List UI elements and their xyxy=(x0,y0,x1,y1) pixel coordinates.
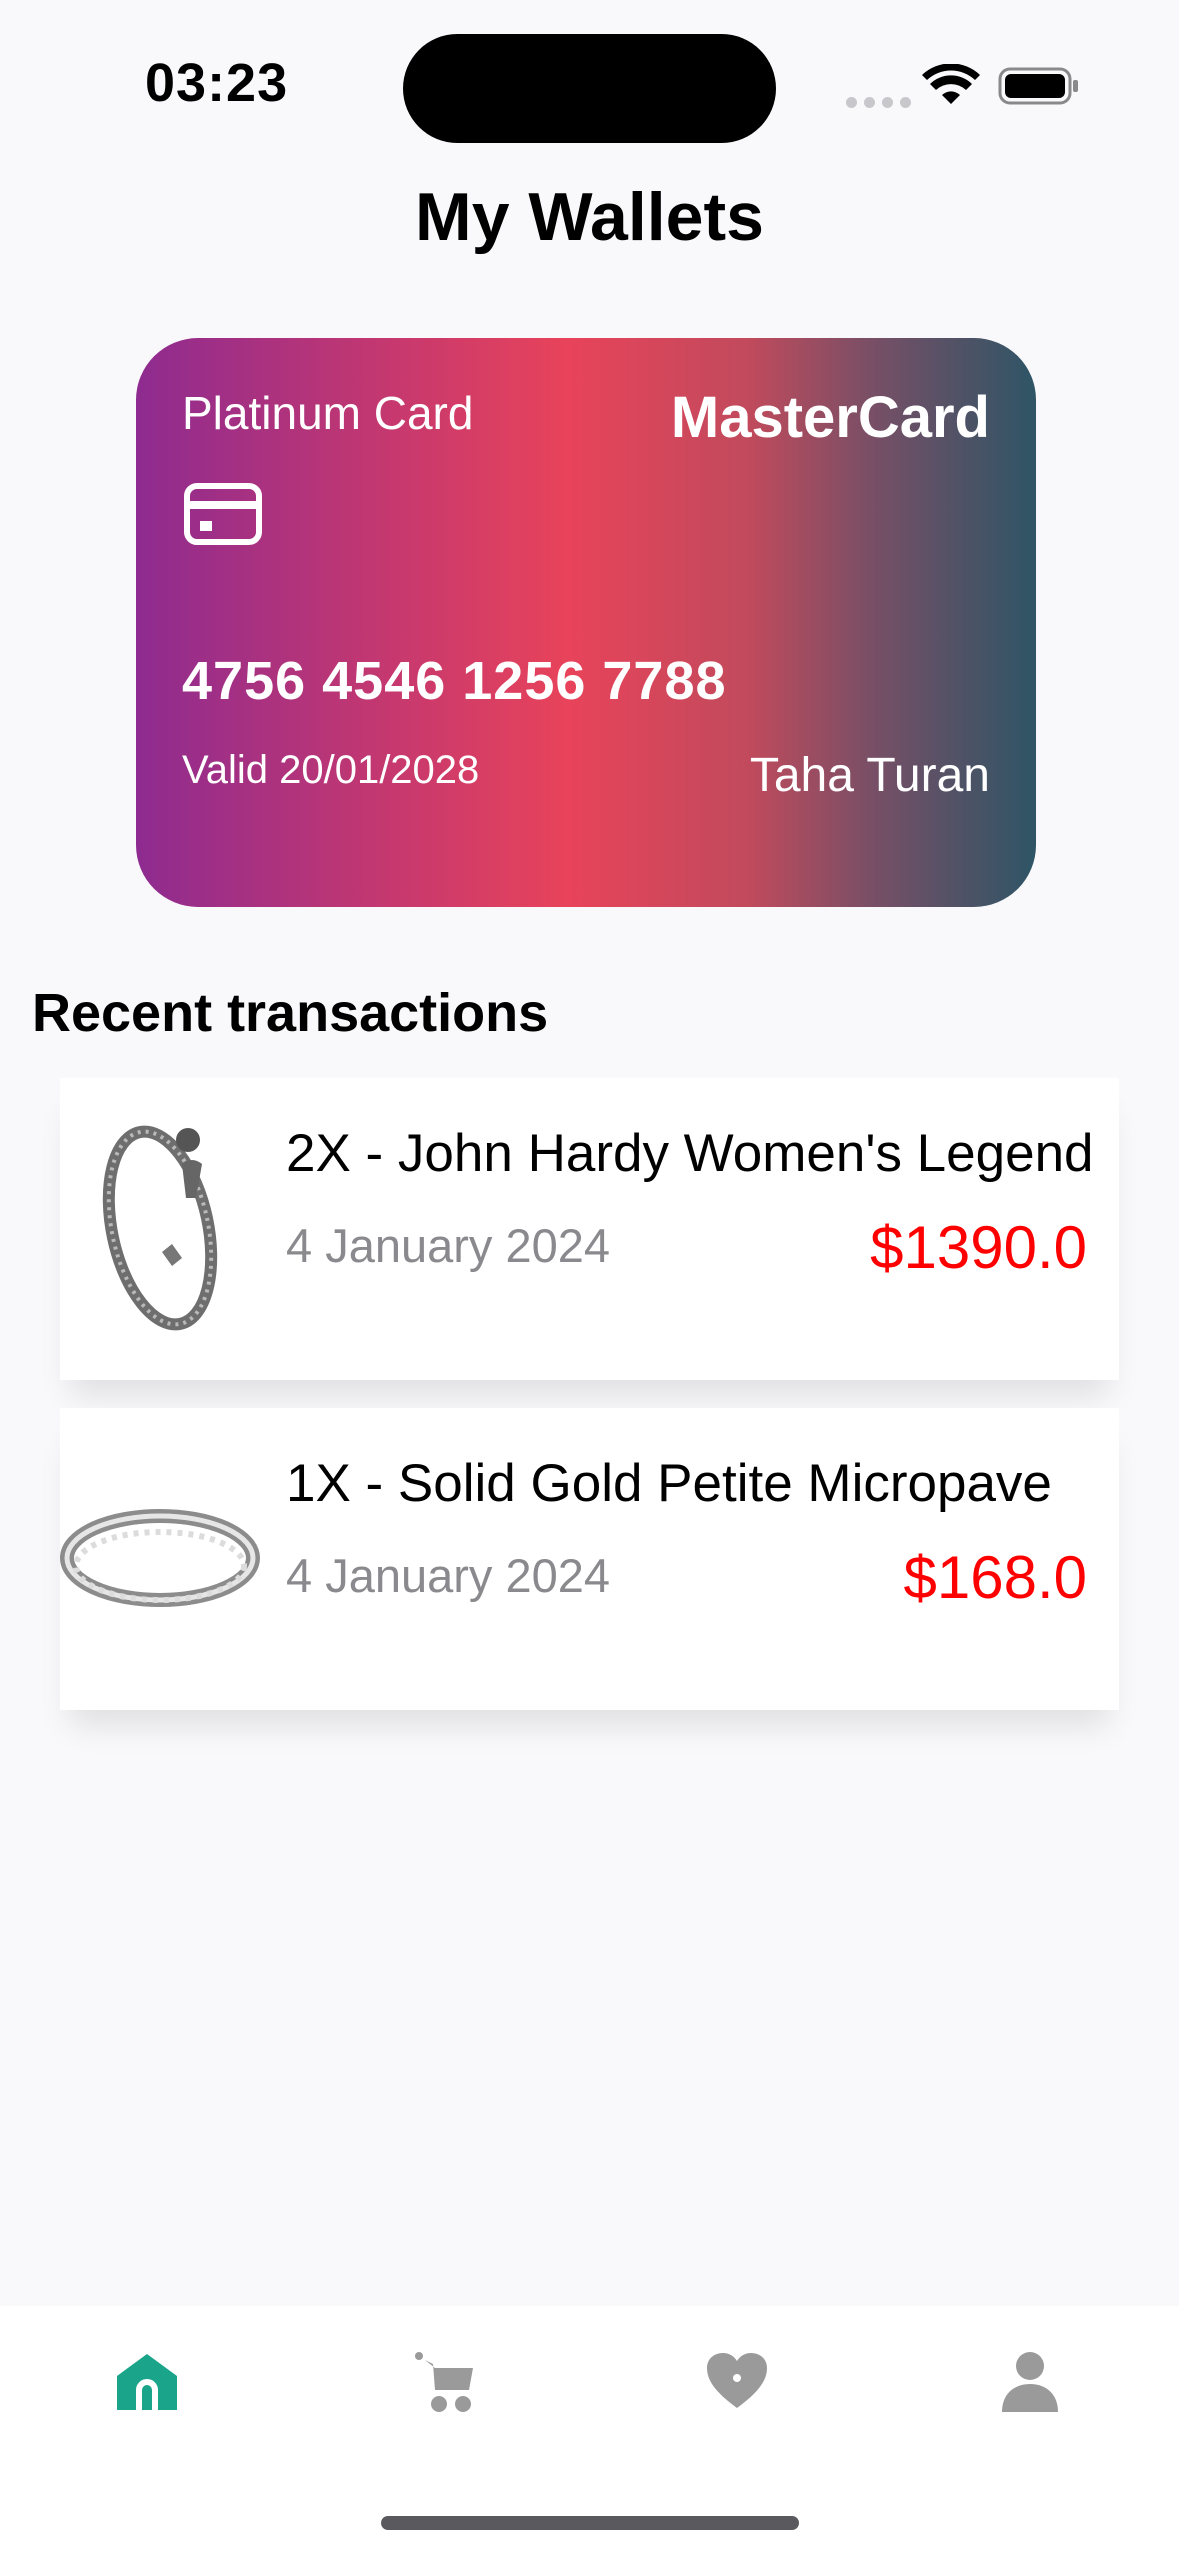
cellular-signal-icon xyxy=(846,97,911,108)
ring-icon xyxy=(60,1509,260,1607)
transaction-name: 1X - Solid Gold Petite Micropave xyxy=(286,1454,1052,1513)
credit-card-icon xyxy=(184,483,262,545)
transaction-name: 2X - John Hardy Women's Legend xyxy=(286,1124,1094,1183)
transaction-amount: $1390.0 xyxy=(870,1214,1087,1281)
section-title: Recent transactions xyxy=(32,983,549,1043)
card-brand: MasterCard xyxy=(670,385,990,450)
transaction-item[interactable]: 2X - John Hardy Women's Legend 4 January… xyxy=(60,1078,1119,1380)
bracelet-icon xyxy=(102,1125,218,1331)
card-holder-name: Taha Turan xyxy=(749,749,990,802)
card-valid-date: Valid 20/01/2028 xyxy=(182,748,480,792)
page-title: My Wallets xyxy=(415,179,764,255)
dynamic-island xyxy=(403,34,776,143)
wifi-icon xyxy=(922,64,980,104)
status-bar: 03:23 xyxy=(0,0,1179,170)
home-indicator[interactable] xyxy=(381,2516,799,2530)
transaction-date: 4 January 2024 xyxy=(286,1549,611,1602)
cart-icon[interactable] xyxy=(413,2350,477,2414)
card-type-label: Platinum Card xyxy=(182,387,474,439)
heart-icon[interactable] xyxy=(705,2350,769,2414)
card-number: 4756 4546 1256 7788 xyxy=(182,651,727,711)
transaction-item[interactable]: 1X - Solid Gold Petite Micropave 4 Janua… xyxy=(60,1408,1119,1710)
transaction-amount: $168.0 xyxy=(903,1544,1087,1611)
status-time: 03:23 xyxy=(145,53,289,113)
home-icon[interactable] xyxy=(115,2350,179,2414)
battery-icon xyxy=(998,67,1078,105)
transaction-date: 4 January 2024 xyxy=(286,1219,611,1272)
profile-icon[interactable] xyxy=(998,2350,1062,2414)
wallet-card[interactable]: Platinum Card MasterCard 4756 4546 1256 … xyxy=(136,338,1036,907)
